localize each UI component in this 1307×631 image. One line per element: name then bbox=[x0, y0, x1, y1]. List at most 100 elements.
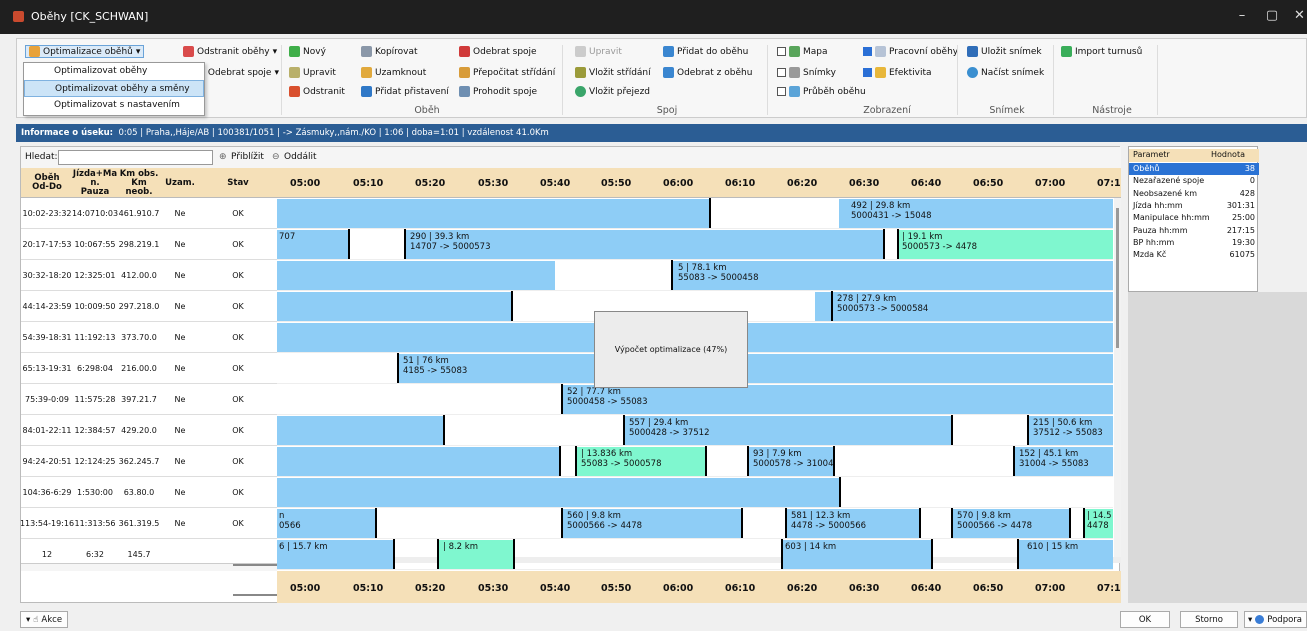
cell-uzam-value: Ne bbox=[174, 240, 186, 249]
remove-circuits-button[interactable]: Odstranit oběhy ▾ bbox=[183, 45, 277, 58]
param-row[interactable]: Pauza hh:mm 217:15 bbox=[1129, 225, 1259, 237]
copy-button[interactable]: Kopírovat bbox=[361, 45, 418, 58]
table-row[interactable]: 2 0:17-17:53 10:06 7:55 298.2 19.1 Ne OK bbox=[21, 229, 277, 260]
course-checkbox[interactable]: Průběh oběhu bbox=[777, 85, 866, 98]
insert-transit-button[interactable]: Vložit přejezd bbox=[575, 85, 650, 98]
gantt-lane[interactable]: 557 | 29.4 km 5000428 -> 37512 215 | 50.6… bbox=[277, 415, 1113, 446]
table-row[interactable]: 8 4:01-22:11 12:38 4:57 429.2 0.0 Ne OK bbox=[21, 415, 277, 446]
map-checkbox[interactable]: Mapa bbox=[777, 45, 828, 58]
param-row[interactable]: Nezařazené spoje 0 bbox=[1129, 175, 1259, 187]
gantt-lane[interactable]: 492 | 29.8 km 5000431 -> 15048 bbox=[277, 198, 1113, 229]
zoom-in-icon[interactable]: ⊕ bbox=[219, 152, 227, 162]
table-row[interactable]: 10 4:36-6:29 1:53 0:00 63.8 0.0 Ne OK bbox=[21, 477, 277, 508]
remove-trips2-button[interactable]: Odebrat spoje bbox=[459, 45, 537, 58]
recalc-icon bbox=[459, 67, 470, 78]
load-snapshot-button[interactable]: Načíst snímek bbox=[967, 66, 1044, 79]
support-button[interactable]: ▾ Podpora bbox=[1244, 611, 1307, 628]
gantt-lane[interactable]: 52 | 77.7 km 5000458 -> 55083 bbox=[277, 384, 1113, 415]
import-button[interactable]: Import turnusů bbox=[1061, 45, 1142, 58]
trip-segment[interactable] bbox=[397, 354, 1113, 383]
trip-segment[interactable] bbox=[277, 416, 443, 445]
edit-button[interactable]: Upravit bbox=[289, 66, 336, 79]
insert-exchange-button[interactable]: Vložit střídání bbox=[575, 66, 651, 79]
efficiency-checkbox[interactable]: Efektivita bbox=[863, 66, 932, 79]
table-row[interactable]: 9 4:24-20:51 12:12 4:25 362.2 45.7 Ne OK bbox=[21, 446, 277, 477]
vertical-scrollbar[interactable] bbox=[1114, 198, 1121, 557]
new-button[interactable]: Nový bbox=[289, 45, 326, 58]
recalc-button[interactable]: Přepočitat střídání bbox=[459, 66, 555, 79]
trip-segment[interactable] bbox=[277, 447, 559, 476]
snapshots-checkbox[interactable]: Snímky bbox=[777, 66, 836, 79]
menu-item-optimize[interactable]: Optimalizovat oběhy bbox=[24, 63, 204, 80]
gantt-lane[interactable]: n 0566 560 | 9.8 km 5000566 -> 4478 581 | … bbox=[277, 508, 1113, 539]
gantt-lane[interactable] bbox=[277, 477, 1113, 508]
optimize-button[interactable]: Optimalizace oběhů ▾ bbox=[25, 45, 145, 58]
menu-item-optimize-settings[interactable]: Optimalizovat s nastavením bbox=[24, 97, 204, 114]
menu-item-optimize-shifts[interactable]: Optimalizovat oběhy a směny bbox=[24, 80, 204, 97]
param-row[interactable]: Mzda Kč 61075 bbox=[1129, 249, 1259, 261]
cell-km-value: 63.8 bbox=[123, 488, 142, 497]
trip-segment[interactable] bbox=[277, 478, 841, 507]
param-row[interactable]: Neobsazené km 428 bbox=[1129, 188, 1259, 200]
trip-segment[interactable] bbox=[277, 292, 511, 321]
add-to-circuit-button[interactable]: Přidat do oběhu bbox=[663, 45, 748, 58]
gantt-lane[interactable]: 707 290 | 39.3 km 14707 -> 5000573 | 19.1 … bbox=[277, 229, 1113, 260]
cell-stav: OK bbox=[199, 415, 277, 446]
table-row[interactable]: 5 4:39-18:31 11:19 2:13 373.7 0.0 Ne OK bbox=[21, 322, 277, 353]
close-icon[interactable]: ✕ bbox=[1292, 8, 1307, 23]
search-input[interactable] bbox=[58, 150, 213, 165]
ok-button[interactable]: OK bbox=[1120, 611, 1170, 628]
header-obeh[interactable]: Oběh Od-Do bbox=[21, 168, 73, 198]
time-tick-label: 06:50 bbox=[973, 178, 1004, 189]
table-row[interactable]: 7 5:39-0:09 11:57 5:28 397.2 1.7 Ne OK bbox=[21, 384, 277, 415]
time-tick-label: 06:30 bbox=[849, 178, 880, 189]
minimize-icon[interactable]: – bbox=[1232, 8, 1252, 23]
param-row[interactable]: Manipulace hh:mm 25:00 bbox=[1129, 212, 1259, 224]
param-row[interactable]: Oběhů 38 bbox=[1129, 163, 1259, 176]
param-value: 428 bbox=[1239, 188, 1255, 198]
header-jizda[interactable]: Jízda+Ma n. Pauza bbox=[73, 168, 117, 198]
cell-stav-value: OK bbox=[232, 209, 244, 218]
gantt-lane[interactable]: | 13.836 km 55083 -> 5000578 93 | 7.9 km … bbox=[277, 446, 1113, 477]
header-km[interactable]: Km obs. Km neob. bbox=[117, 168, 161, 198]
header-uzam[interactable]: Uzam. bbox=[161, 168, 199, 198]
cell-km-value: 145.7 bbox=[127, 550, 151, 559]
zoom-out-icon[interactable]: ⊖ bbox=[272, 152, 280, 162]
trip-label: 5 | 78.1 km 55083 -> 5000458 bbox=[678, 263, 759, 283]
table-row[interactable]: 11 3:54-19:16 11:31 3:56 361.3 19.5 Ne OK bbox=[20, 508, 277, 539]
gantt-lane[interactable]: 6 | 15.7 km | 8.2 km 603 | 14 km 610 | 15 k… bbox=[277, 539, 1113, 570]
delete-button[interactable]: Odstranit bbox=[289, 85, 345, 98]
swap-button[interactable]: Prohodit spoje bbox=[459, 85, 537, 98]
time-tick-label: 05:50 bbox=[601, 583, 632, 594]
save-snapshot-button[interactable]: Uložit snímek bbox=[967, 45, 1042, 58]
trip-segment[interactable] bbox=[277, 199, 711, 228]
trip-segment[interactable] bbox=[277, 261, 555, 290]
header-stav[interactable]: Stav bbox=[199, 168, 277, 198]
edit2-button[interactable]: Upravit bbox=[575, 45, 622, 58]
table-row[interactable]: 3 0:32-18:20 12:32 5:01 412.0 0.0 Ne OK bbox=[21, 260, 277, 291]
remove-from-circuit-button[interactable]: Odebrat z oběhu bbox=[663, 66, 752, 79]
param-row[interactable]: Jízda hh:mm 301:31 bbox=[1129, 200, 1259, 212]
actions-button[interactable]: ▾ ☝ Akce bbox=[20, 611, 68, 628]
cell-stav-value: OK bbox=[232, 426, 244, 435]
table-row[interactable]: 6 5:13-19:31 6:29 8:04 216.0 0.0 Ne OK bbox=[21, 353, 277, 384]
cell-km: 63.8 0.0 bbox=[117, 477, 161, 508]
maximize-icon[interactable]: ▢ bbox=[1262, 8, 1282, 23]
lock-button[interactable]: Uzamknout bbox=[361, 66, 426, 79]
table-row[interactable]: 4 4:14-23:59 10:00 9:50 297.2 18.0 Ne OK bbox=[21, 291, 277, 322]
working-circuits-checkbox[interactable]: Pracovní oběhy bbox=[863, 45, 958, 58]
cancel-button[interactable]: Storno bbox=[1180, 611, 1238, 628]
cell-km: 216.0 0.0 bbox=[117, 353, 161, 384]
cell-km: 412.0 0.0 bbox=[117, 260, 161, 291]
horizontal-scrollbar[interactable] bbox=[21, 563, 347, 571]
remove-trips-button[interactable]: ▾ Odebrat spoje bbox=[207, 66, 279, 79]
footer-bar: ▾ ☝ Akce OK Storno ▾ Podpora bbox=[0, 603, 1307, 631]
gantt-lane[interactable]: 5 | 78.1 km 55083 -> 5000458 bbox=[277, 260, 1113, 291]
zoom-in-button[interactable]: Přiblížit bbox=[231, 152, 264, 162]
param-row[interactable]: BP hh:mm 19:30 bbox=[1129, 237, 1259, 249]
cell-stav: OK bbox=[199, 198, 277, 229]
add-transfer-button[interactable]: Přidat přistavení bbox=[361, 85, 449, 98]
time-tick-label: 07:1 bbox=[1097, 178, 1121, 189]
zoom-out-button[interactable]: Oddálit bbox=[284, 152, 317, 162]
table-row[interactable]: 1 0:02-23:32 14:07 10:03 461.9 10.7 Ne OK bbox=[21, 198, 277, 229]
